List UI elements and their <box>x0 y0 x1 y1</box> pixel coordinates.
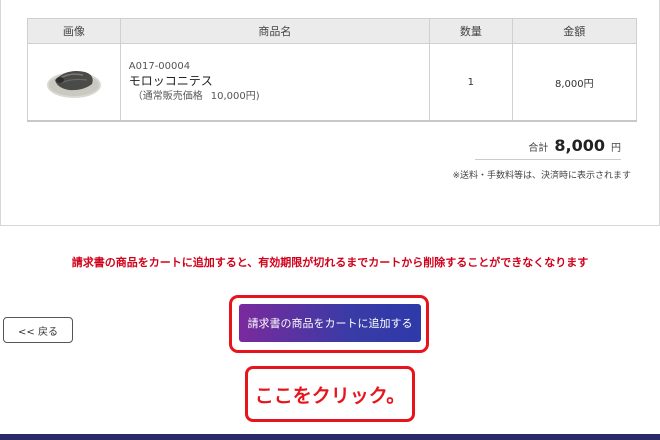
click-here-callout: ここをクリック。 <box>245 366 415 422</box>
regular-price-value: 10,000円) <box>210 90 260 102</box>
product-amount: 8,000円 <box>511 43 638 122</box>
header-quantity: 数量 <box>429 18 513 44</box>
product-quantity: 1 <box>429 43 513 122</box>
total-label: 合計 <box>528 143 549 154</box>
table-row: A017-00004 モロッコニテス （通常販売価格 10,000円) 1 8,0… <box>27 43 638 122</box>
total-value: 8,000 <box>554 136 605 155</box>
cart-panel: 画像 商品名 数量 金額 A017-00004 モロッコニテス （通常販売価格 … <box>0 0 660 226</box>
header-amount: 金額 <box>511 18 638 44</box>
regular-price-label: （通常販売価格 <box>132 90 203 102</box>
order-total: 合計 8,000 円 <box>475 136 621 160</box>
shipping-note: ※送料・手数料等は、決済時に表示されます <box>452 171 631 181</box>
product-image-cell <box>27 43 121 122</box>
total-unit: 円 <box>611 143 621 154</box>
warning-message: 請求書の商品をカートに追加すると、有効期限が切れるまでカートから削除することがで… <box>71 256 589 269</box>
product-name: モロッコニテス <box>128 73 213 88</box>
product-code: A017-00004 <box>128 60 191 72</box>
header-name: 商品名 <box>119 18 431 44</box>
table-header-row: 画像 商品名 数量 金額 <box>27 18 638 44</box>
regular-price: （通常販売価格 10,000円) <box>129 89 429 105</box>
header-image: 画像 <box>27 18 121 44</box>
footer-bar <box>0 434 660 440</box>
product-name-cell: A017-00004 モロッコニテス （通常販売価格 10,000円) <box>119 43 431 122</box>
add-invoice-to-cart-button[interactable]: 請求書の商品をカートに追加する <box>239 304 421 342</box>
back-button[interactable]: << 戻る <box>3 317 73 343</box>
cart-table: 画像 商品名 数量 金額 A017-00004 モロッコニテス （通常販売価格 … <box>27 18 638 122</box>
trilobite-fossil-icon <box>45 60 103 102</box>
